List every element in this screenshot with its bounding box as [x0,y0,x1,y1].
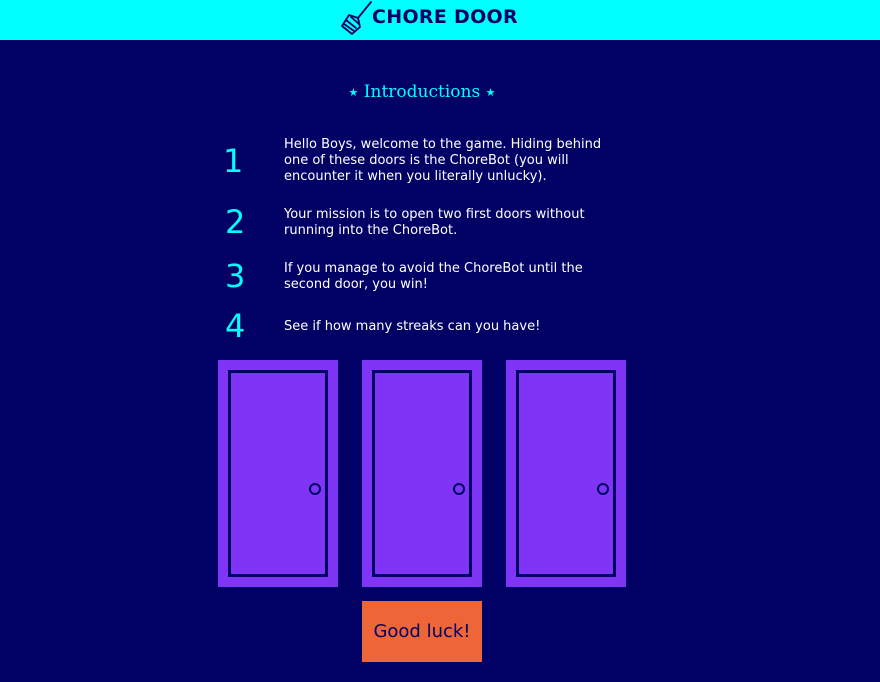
step-number: 2 [225,203,246,241]
instructions-title-row: ★ Introductions ★ [0,80,844,105]
instructions-title: Introductions [363,82,481,102]
door-panel [516,370,616,577]
header-bar: CHORE DOOR [0,0,880,40]
start-button[interactable]: Good luck! [362,601,482,662]
door-3[interactable] [506,360,626,587]
door-panel [372,370,472,577]
broom-icon [341,1,372,35]
door-2[interactable] [362,360,482,587]
door-knob-icon [453,483,465,495]
app-title: CHORE DOOR [372,5,518,28]
step-text: If you manage to avoid the ChoreBot unti… [284,261,583,292]
step-number: 1 [223,142,244,180]
door-1[interactable] [218,360,338,587]
door-panel [228,370,328,577]
step-number: 3 [225,257,246,295]
logo: CHORE DOOR [340,0,518,36]
star-icon: ★ [485,86,496,99]
step-text: Hello Boys, welcome to the game. Hiding … [284,137,602,184]
step-number: 4 [225,307,246,345]
star-icon: ★ [348,86,359,99]
door-knob-icon [597,483,609,495]
step-text: Your mission is to open two first doors … [284,207,585,238]
step-text: See if how many streaks can you have! [284,319,541,334]
door-knob-icon [309,483,321,495]
